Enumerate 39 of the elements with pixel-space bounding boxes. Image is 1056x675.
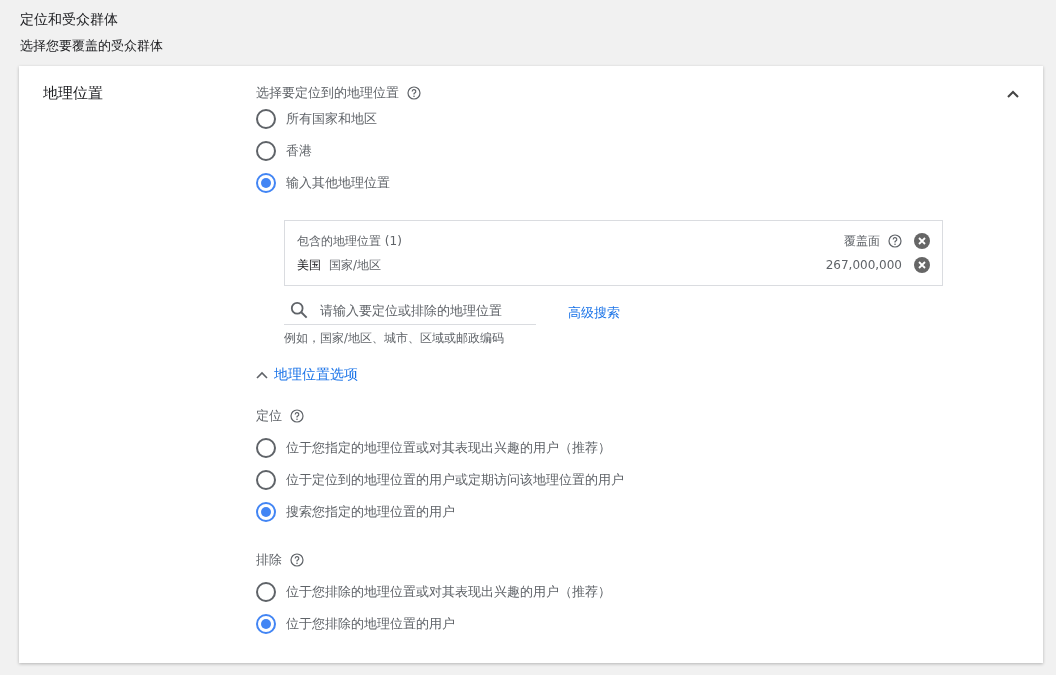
help-icon[interactable] xyxy=(407,86,421,100)
radio-label: 香港 xyxy=(286,142,312,160)
radio-button[interactable] xyxy=(256,582,276,602)
search-icon xyxy=(290,301,308,319)
help-icon[interactable] xyxy=(290,409,304,423)
radio-label: 位于您排除的地理位置或对其表现出兴趣的用户（推荐） xyxy=(286,583,611,601)
remove-icon[interactable] xyxy=(914,233,930,249)
radio-label: 所有国家和地区 xyxy=(286,110,377,128)
search-hint: 例如，国家/地区、城市、区域或邮政编码 xyxy=(284,331,505,346)
collapse-chevron-icon[interactable] xyxy=(1007,90,1019,98)
radio-button[interactable] xyxy=(256,141,276,161)
radio-button[interactable] xyxy=(256,109,276,129)
location-name: 美国 xyxy=(297,256,321,274)
radio-button[interactable] xyxy=(256,614,276,634)
advanced-search-link[interactable]: 高级搜索 xyxy=(568,304,620,322)
section-title: 定位和受众群体 xyxy=(20,10,119,29)
reach-value: 267,000,000 xyxy=(825,258,902,272)
radio-button[interactable] xyxy=(256,173,276,193)
location-type: 国家/地区 xyxy=(329,256,383,274)
location-options-toggle[interactable]: 地理位置选项 xyxy=(256,366,358,384)
radio-button[interactable] xyxy=(256,502,276,522)
radio-button[interactable] xyxy=(256,470,276,490)
field-label: 选择要定位到的地理位置 xyxy=(256,84,399,102)
radio-button[interactable] xyxy=(256,438,276,458)
radio-label: 输入其他地理位置 xyxy=(286,174,390,192)
radio-label: 位于您指定的地理位置或对其表现出兴趣的用户（推荐） xyxy=(286,439,611,457)
remove-icon[interactable] xyxy=(914,257,930,273)
field-label: 定位 xyxy=(256,407,282,425)
field-label: 排除 xyxy=(256,551,282,569)
help-icon[interactable] xyxy=(888,234,902,248)
panel-heading: 包含的地理位置 (1) xyxy=(297,232,403,250)
radio-label: 位于定位到的地理位置的用户或定期访问该地理位置的用户 xyxy=(286,471,624,489)
help-icon[interactable] xyxy=(290,553,304,567)
radio-label: 位于您排除的地理位置的用户 xyxy=(286,615,455,633)
reach-label: 覆盖面 xyxy=(844,232,880,250)
radio-label: 搜索您指定的地理位置的用户 xyxy=(286,503,455,521)
card-title: 地理位置 xyxy=(43,83,104,104)
section-subtitle: 选择您要覆盖的受众群体 xyxy=(20,37,164,55)
caret-icon xyxy=(256,371,268,379)
